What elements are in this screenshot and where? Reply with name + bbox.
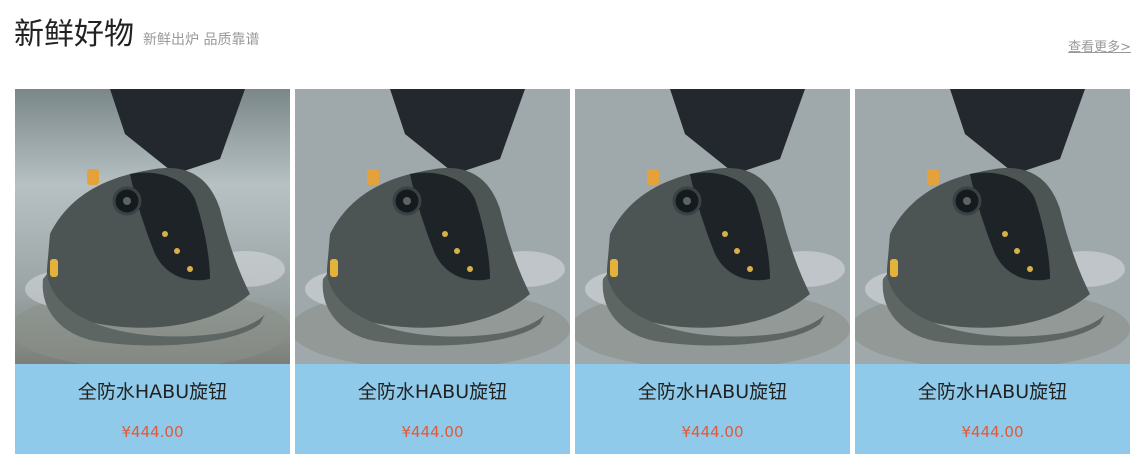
product-info: 全防水HABU旋钮 ¥444.00 [295, 364, 570, 454]
product-grid: 全防水HABU旋钮 ¥444.00 全防水HABU旋钮 ¥444.00 全防水H… [15, 89, 1130, 454]
section-subtitle: 新鲜出炉 品质靠谱 [143, 32, 260, 48]
product-name[interactable]: 全防水HABU旋钮 [918, 380, 1067, 404]
product-info: 全防水HABU旋钮 ¥444.00 [855, 364, 1130, 454]
product-card[interactable]: 全防水HABU旋钮 ¥444.00 [575, 89, 850, 454]
section-header: 新鲜好物 新鲜出炉 品质靠谱 查看更多> [14, 16, 1131, 56]
product-info: 全防水HABU旋钮 ¥444.00 [15, 364, 290, 454]
view-more-link[interactable]: 查看更多> [1068, 36, 1131, 55]
product-card[interactable]: 全防水HABU旋钮 ¥444.00 [295, 89, 570, 454]
product-name[interactable]: 全防水HABU旋钮 [78, 380, 227, 404]
product-price: ¥444.00 [961, 423, 1024, 441]
product-image[interactable] [575, 89, 850, 364]
product-price: ¥444.00 [121, 423, 184, 441]
product-name[interactable]: 全防水HABU旋钮 [638, 380, 787, 404]
product-image[interactable] [855, 89, 1130, 364]
product-name[interactable]: 全防水HABU旋钮 [358, 380, 507, 404]
product-image[interactable] [15, 89, 290, 364]
product-card[interactable]: 全防水HABU旋钮 ¥444.00 [855, 89, 1130, 454]
product-info: 全防水HABU旋钮 ¥444.00 [575, 364, 850, 454]
product-price: ¥444.00 [681, 423, 744, 441]
product-image[interactable] [295, 89, 570, 364]
title-group: 新鲜好物 新鲜出炉 品质靠谱 [14, 16, 259, 54]
product-price: ¥444.00 [401, 423, 464, 441]
section-title: 新鲜好物 [14, 17, 134, 52]
product-card[interactable]: 全防水HABU旋钮 ¥444.00 [15, 89, 290, 454]
new-goods-section: 新鲜好物 新鲜出炉 品质靠谱 查看更多> 全防水HABU旋钮 ¥444.00 全… [0, 0, 1143, 465]
